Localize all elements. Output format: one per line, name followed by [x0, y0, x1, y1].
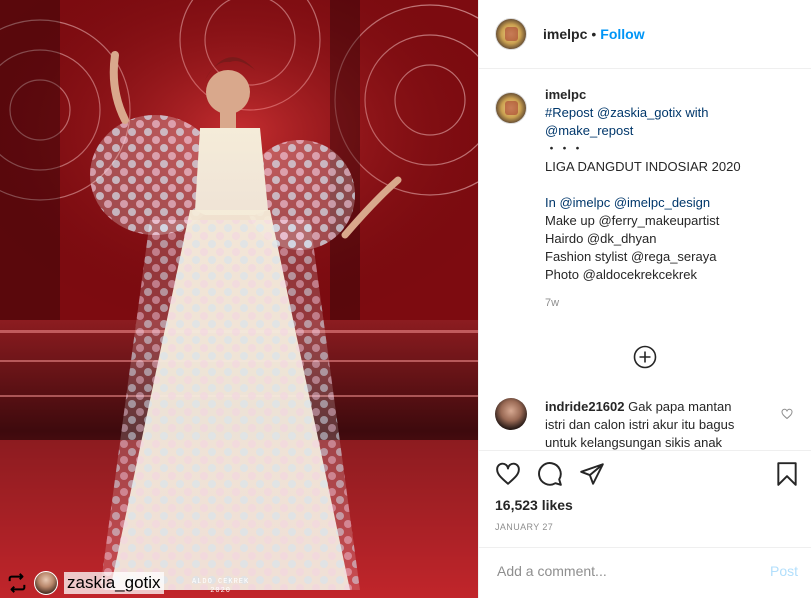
follow-button[interactable]: Follow: [600, 26, 644, 42]
commenter-avatar[interactable]: [495, 398, 527, 430]
caption-age[interactable]: 7w: [545, 294, 741, 312]
add-comment-bar: Post: [479, 547, 811, 599]
post-date[interactable]: JANUARY 27: [495, 522, 553, 532]
author-avatar[interactable]: [495, 18, 527, 50]
post-modal: ALDO CEKREK 2020 zaskia_gotix imelpc • F…: [0, 0, 811, 598]
repost-icon: [8, 573, 26, 593]
comment-input[interactable]: [495, 562, 749, 580]
post-actions: 16,523 likes JANUARY 27 Post: [479, 450, 811, 599]
plus-circle-icon[interactable]: [633, 345, 657, 369]
caption-line-2[interactable]: @make_repost: [545, 122, 741, 140]
heart-icon[interactable]: [495, 461, 521, 487]
repost-avatar: [34, 571, 58, 595]
comment-item: indride21602 Gak papa mantan istri dan c…: [495, 398, 795, 450]
photo-scene: [0, 0, 478, 598]
repost-username: zaskia_gotix: [64, 572, 164, 594]
header-separator: •: [591, 26, 597, 42]
caption-line-4: LIGA DANGDUT INDOSIAR 2020: [545, 159, 741, 174]
comment-text: indride21602 Gak papa mantan istri dan c…: [545, 398, 755, 450]
comment-icon[interactable]: [537, 461, 563, 487]
caption-username[interactable]: imelpc: [545, 86, 741, 104]
action-bar: [495, 461, 605, 487]
post-panel: imelpc • Follow imelpc #Repost @zaskia_g…: [478, 0, 811, 598]
post-comment-button[interactable]: Post: [770, 563, 798, 579]
like-count[interactable]: 16,523 likes: [495, 497, 573, 513]
caption-line-1[interactable]: #Repost @zaskia_gotix with: [545, 104, 741, 122]
caption-line-8: Hairdo @dk_dhyan: [545, 231, 657, 246]
post-header: imelpc • Follow: [479, 0, 811, 69]
share-icon[interactable]: [579, 461, 605, 487]
bookmark-icon[interactable]: [774, 461, 800, 487]
caption-line-5: [545, 176, 741, 194]
caption-line-3: ・・・: [545, 141, 585, 156]
author-username[interactable]: imelpc: [543, 26, 587, 42]
like-comment-icon[interactable]: [781, 408, 793, 420]
caption-line-7: Make up @ferry_makeupartist: [545, 213, 720, 228]
caption-line-10: Photo @aldocekrekcekrek: [545, 267, 697, 282]
caption-text: imelpc #Repost @zaskia_gotix with @make_…: [545, 86, 741, 312]
caption-line-6[interactable]: In @imelpc @imelpc_design: [545, 194, 741, 212]
caption-avatar[interactable]: [495, 92, 527, 124]
commenter-username[interactable]: indride21602: [545, 399, 625, 414]
caption-line-9: Fashion stylist @rega_seraya: [545, 249, 717, 264]
repost-credit: zaskia_gotix: [0, 568, 478, 598]
post-photo[interactable]: ALDO CEKREK 2020 zaskia_gotix: [0, 0, 478, 598]
caption: imelpc #Repost @zaskia_gotix with @make_…: [495, 86, 795, 312]
